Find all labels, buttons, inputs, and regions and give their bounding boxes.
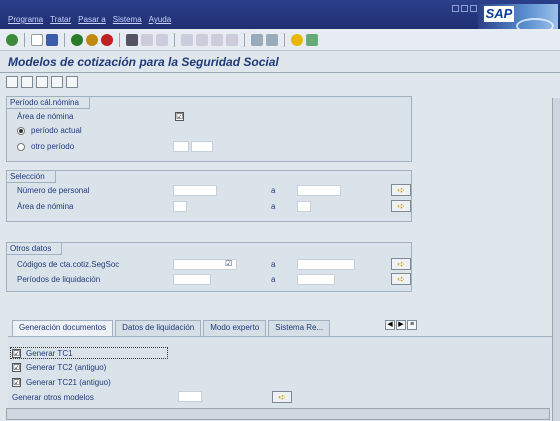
toolbar-separator — [119, 32, 120, 47]
close-icon[interactable] — [470, 5, 477, 12]
menu-bar: Programa Tratar Pasar a Sistema Ayuda — [0, 0, 560, 29]
generar-tc2-label: Generar TC2 (antiguo) — [26, 363, 107, 372]
codigos-cta-to[interactable] — [297, 259, 355, 270]
periodo-actual-radio[interactable] — [17, 127, 25, 135]
back-icon[interactable] — [71, 33, 83, 46]
cancel-icon[interactable] — [101, 33, 113, 46]
tab-modo-experto[interactable]: Modo experto — [203, 320, 267, 336]
periodos-liq-from[interactable] — [173, 274, 211, 285]
generar-tc1-label: Generar TC1 — [26, 349, 73, 358]
tab-strip: Generación documentos Datos de liquidaci… — [12, 320, 332, 336]
otro-periodo-field2[interactable] — [191, 141, 213, 152]
toolbar-separator — [244, 32, 245, 47]
area-nomina-multiple-button[interactable]: ➪ — [391, 200, 411, 212]
generar-otros-label: Generar otros modelos — [12, 393, 94, 402]
codigos-cta-a: a — [271, 260, 276, 269]
title-divider — [0, 72, 560, 73]
codigos-cta-check: ☑ — [225, 259, 233, 268]
toolbar-separator — [64, 32, 65, 47]
otro-periodo-label: otro período — [31, 142, 75, 151]
variants-icon[interactable] — [21, 76, 33, 88]
frame-otros: Otros datos Códigos de cta.cotiz.SegSoc … — [6, 242, 412, 292]
frame-periodo-header: Período cál.nómina — [7, 97, 90, 109]
execute-icon[interactable] — [6, 76, 18, 88]
numero-personal-label: Número de personal — [17, 186, 90, 195]
frame-periodo: Período cál.nómina Área de nómina ☑ perí… — [6, 96, 412, 162]
toolbar-separator — [24, 32, 25, 47]
menu-programa[interactable]: Programa — [8, 15, 43, 24]
tab-list-icon[interactable]: ≡ — [407, 320, 417, 330]
prev-page-icon[interactable] — [196, 33, 208, 46]
periodos-liq-label: Períodos de liquidación — [17, 275, 101, 284]
exit-icon[interactable] — [86, 33, 98, 46]
generar-tc1-checkbox[interactable]: ☑ — [12, 349, 21, 358]
periodos-liq-a: a — [271, 275, 276, 284]
first-page-icon[interactable] — [181, 33, 193, 46]
tab-prev-icon[interactable]: ◀ — [385, 320, 395, 330]
menu-ayuda[interactable]: Ayuda — [149, 15, 172, 24]
periodo-actual-label: período actual — [31, 126, 82, 135]
enter-icon[interactable] — [6, 33, 18, 46]
area-nomina-sel-label: Área de nómina — [17, 202, 74, 211]
area-nomina-from[interactable] — [173, 201, 187, 212]
vertical-scrollbar[interactable] — [552, 98, 560, 421]
periodos-liq-multiple-button[interactable]: ➪ — [391, 273, 411, 285]
help-icon[interactable] — [291, 33, 303, 46]
numero-personal-multiple-button[interactable]: ➪ — [391, 184, 411, 196]
numero-personal-to[interactable] — [297, 185, 341, 196]
tab-panel-generacion: ☑ Generar TC1 ☑ Generar TC2 (antiguo) ☑ … — [8, 336, 552, 408]
area-nomina-a: a — [271, 202, 276, 211]
tab-datos-liquidacion[interactable]: Datos de liquidación — [115, 320, 202, 336]
otro-periodo-radio[interactable] — [17, 143, 25, 151]
menu-sistema[interactable]: Sistema — [113, 15, 142, 24]
tab-navigation: ◀ ▶ ≡ — [385, 320, 417, 330]
frame-seleccion-header: Selección — [7, 171, 56, 183]
last-page-icon[interactable] — [226, 33, 238, 46]
application-toolbar — [6, 76, 78, 88]
otro-periodo-field1[interactable] — [173, 141, 189, 152]
page-title: Modelos de cotización para la Seguridad … — [8, 55, 279, 69]
numero-personal-a: a — [271, 186, 276, 195]
area-nomina-checkbox[interactable]: ☑ — [175, 112, 184, 121]
save-icon[interactable] — [46, 33, 58, 46]
find-next-icon[interactable] — [156, 33, 168, 46]
codigos-cta-label: Códigos de cta.cotiz.SegSoc — [17, 260, 120, 269]
toolbar-separator — [284, 32, 285, 47]
area-nomina-to[interactable] — [297, 201, 311, 212]
periodos-liq-to[interactable] — [297, 274, 335, 285]
menu-tratar[interactable]: Tratar — [50, 15, 71, 24]
maximize-icon[interactable] — [461, 5, 468, 12]
info-icon[interactable] — [51, 76, 63, 88]
sap-logo-text: SAP — [484, 6, 514, 22]
codigos-cta-multiple-button[interactable]: ➪ — [391, 258, 411, 270]
numero-personal-from[interactable] — [173, 185, 217, 196]
new-session-icon[interactable] — [251, 33, 263, 46]
status-bar — [6, 408, 550, 420]
frame-otros-header: Otros datos — [7, 243, 63, 255]
generar-tc21-label: Generar TC21 (antiguo) — [26, 378, 111, 387]
tab-sistema-red[interactable]: Sistema Re... — [268, 320, 331, 336]
frame-seleccion: Selección Número de personal a ➪ Área de… — [6, 170, 412, 222]
command-field-icon[interactable] — [31, 33, 43, 46]
toolbar-separator — [174, 32, 175, 47]
shortcut-icon[interactable] — [266, 33, 278, 46]
print-icon[interactable] — [126, 33, 138, 46]
selection-options-icon[interactable] — [66, 76, 78, 88]
save-variant-icon[interactable] — [36, 76, 48, 88]
generar-tc2-checkbox[interactable]: ☑ — [12, 363, 21, 372]
layout-menu-icon[interactable] — [306, 33, 318, 46]
find-icon[interactable] — [141, 33, 153, 46]
menu-pasar-a[interactable]: Pasar a — [78, 15, 106, 24]
generar-otros-button[interactable]: ➪ — [272, 391, 292, 403]
area-nomina-label: Área de nómina — [17, 112, 74, 121]
standard-toolbar — [0, 29, 560, 51]
next-page-icon[interactable] — [211, 33, 223, 46]
generar-otros-field[interactable] — [178, 391, 202, 402]
generar-tc21-checkbox[interactable]: ☑ — [12, 378, 21, 387]
minimize-icon[interactable] — [452, 5, 459, 12]
tab-next-icon[interactable]: ▶ — [396, 320, 406, 330]
tab-generacion-documentos[interactable]: Generación documentos — [12, 320, 114, 336]
